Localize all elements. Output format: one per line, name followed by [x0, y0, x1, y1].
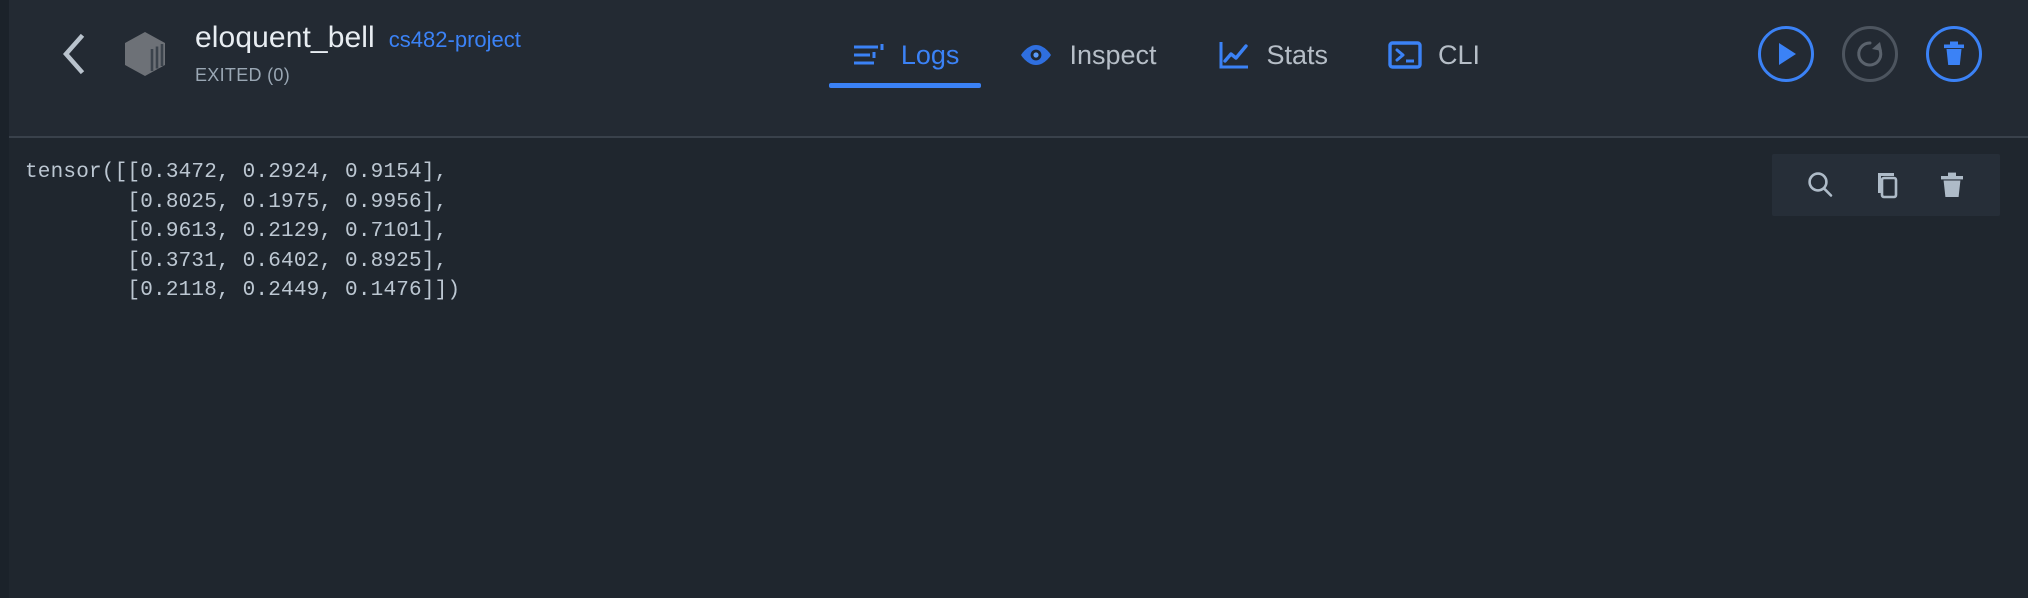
cube-icon	[119, 28, 171, 80]
log-output: tensor([[0.3472, 0.2924, 0.9154], [0.802…	[25, 161, 461, 302]
copy-icon[interactable]	[1866, 165, 1906, 205]
tab-cli[interactable]: CLI	[1358, 0, 1510, 110]
trash-icon[interactable]	[1932, 165, 1972, 205]
logs-icon	[851, 38, 885, 72]
delete-button[interactable]	[1926, 26, 1982, 82]
start-button[interactable]	[1758, 26, 1814, 82]
container-name: eloquent_bell	[195, 20, 375, 54]
status-badge: EXITED (0)	[195, 64, 291, 85]
tab-stats[interactable]: Stats	[1187, 0, 1359, 110]
log-toolbar	[1772, 154, 2000, 216]
eye-icon	[1019, 38, 1053, 72]
tab-logs-label: Logs	[900, 39, 960, 70]
header-identity-group: eloquent_bell cs482-project EXITED (0)	[9, 0, 521, 108]
restart-button[interactable]	[1842, 26, 1898, 82]
left-edge-rail	[0, 0, 9, 598]
tab-inspect[interactable]: Inspect	[989, 0, 1186, 110]
project-name-link[interactable]: cs482-project	[389, 28, 521, 51]
back-button[interactable]	[51, 31, 97, 77]
container-actions	[1758, 0, 2028, 108]
search-icon[interactable]	[1800, 165, 1840, 205]
container-title-block: eloquent_bell cs482-project EXITED (0)	[195, 18, 521, 90]
container-detail-view: eloquent_bell cs482-project EXITED (0) L…	[0, 0, 2028, 598]
log-panel: tensor([[0.3472, 0.2924, 0.9154], [0.802…	[0, 138, 2028, 598]
title-row: eloquent_bell cs482-project	[195, 20, 521, 54]
view-tabs: Logs Inspect Stats CLI	[821, 0, 1510, 110]
container-header: eloquent_bell cs482-project EXITED (0) L…	[0, 0, 2028, 138]
tab-cli-label: CLI	[1438, 39, 1481, 70]
tab-inspect-label: Inspect	[1069, 39, 1157, 70]
terminal-icon	[1388, 38, 1422, 72]
tab-logs[interactable]: Logs	[821, 0, 990, 110]
tab-stats-label: Stats	[1266, 39, 1329, 70]
chart-icon	[1217, 38, 1251, 72]
